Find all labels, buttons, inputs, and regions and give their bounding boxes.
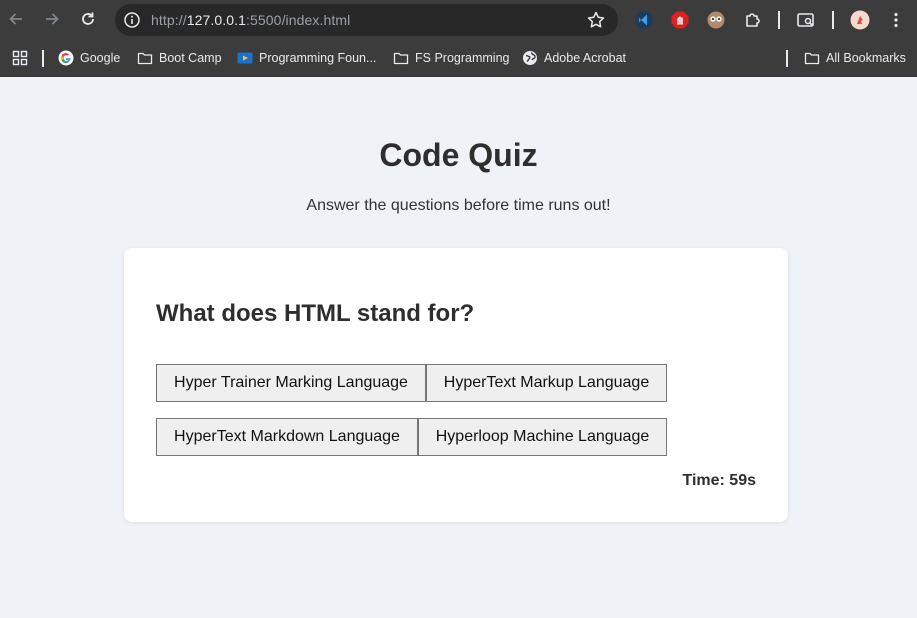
folder-icon [804, 50, 820, 66]
toolbar-separator [778, 11, 780, 29]
question-text: What does HTML stand for? [156, 300, 475, 327]
bookmark-star-icon[interactable] [586, 10, 606, 30]
owl-extension-icon[interactable] [706, 10, 726, 30]
toolbar-separator [832, 11, 834, 29]
answer-button[interactable]: HyperText Markup Language [426, 364, 667, 402]
extensions-puzzle-icon[interactable] [743, 10, 763, 30]
vscode-extension-icon[interactable] [634, 10, 654, 30]
folder-icon [137, 50, 153, 66]
google-icon [58, 50, 74, 66]
bookmark-boot-camp[interactable]: Boot Camp [137, 49, 222, 67]
forward-arrow-icon[interactable] [41, 8, 63, 30]
answer-button[interactable]: Hyperloop Machine Language [418, 418, 667, 456]
bookmark-google[interactable]: Google [58, 49, 120, 67]
address-bar[interactable]: http://127.0.0.1:5500/index.html [115, 4, 618, 36]
bookmarks-bar: Google Boot Camp Programming Foun... FS … [0, 40, 917, 77]
page-subtitle: Answer the questions before time runs ou… [306, 197, 611, 214]
profile-avatar[interactable] [850, 10, 870, 30]
bookmark-label: Google [80, 51, 121, 65]
all-bookmarks[interactable]: All Bookmarks [804, 49, 906, 67]
url-host: 127.0.0.1 [186, 12, 247, 28]
search-tabs-icon[interactable] [796, 10, 816, 30]
bookmarks-separator [786, 50, 788, 67]
url-text: http://127.0.0.1:5500/index.html [151, 12, 350, 28]
adblock-icon[interactable] [670, 10, 690, 30]
site-info-icon[interactable] [123, 11, 141, 29]
url-path: :5500/index.html [246, 12, 351, 28]
bookmark-label: Adobe Acrobat [544, 51, 627, 65]
quiz-card: What does HTML stand for? Hyper Trainer … [124, 248, 788, 522]
answer-button[interactable]: Hyper Trainer Marking Language [156, 364, 426, 402]
bookmark-label: FS Programming [415, 51, 510, 65]
video-icon [237, 50, 253, 66]
apps-grid-icon[interactable] [12, 49, 28, 67]
bookmark-fs-programming[interactable]: FS Programming [393, 49, 509, 67]
reload-icon[interactable] [77, 8, 99, 30]
bookmark-label: Boot Camp [159, 51, 222, 65]
page-title: Code Quiz [379, 137, 538, 173]
more-menu-icon[interactable] [886, 10, 906, 30]
bookmark-adobe-acrobat[interactable]: Adobe Acrobat [522, 49, 626, 67]
bookmark-programming-foundations[interactable]: Programming Foun... [237, 49, 376, 67]
all-bookmarks-label: All Bookmarks [826, 51, 906, 65]
bookmark-label: Programming Foun... [259, 51, 377, 65]
timer-display: Time: 59s [682, 472, 756, 489]
browser-toolbar: http://127.0.0.1:5500/index.html [0, 0, 917, 40]
bookmarks-separator [42, 50, 44, 67]
globe-icon [522, 50, 538, 66]
folder-icon [393, 50, 409, 66]
back-arrow-icon[interactable] [5, 8, 27, 30]
answer-button[interactable]: HyperText Markdown Language [156, 418, 418, 456]
url-scheme: http:// [151, 12, 187, 28]
